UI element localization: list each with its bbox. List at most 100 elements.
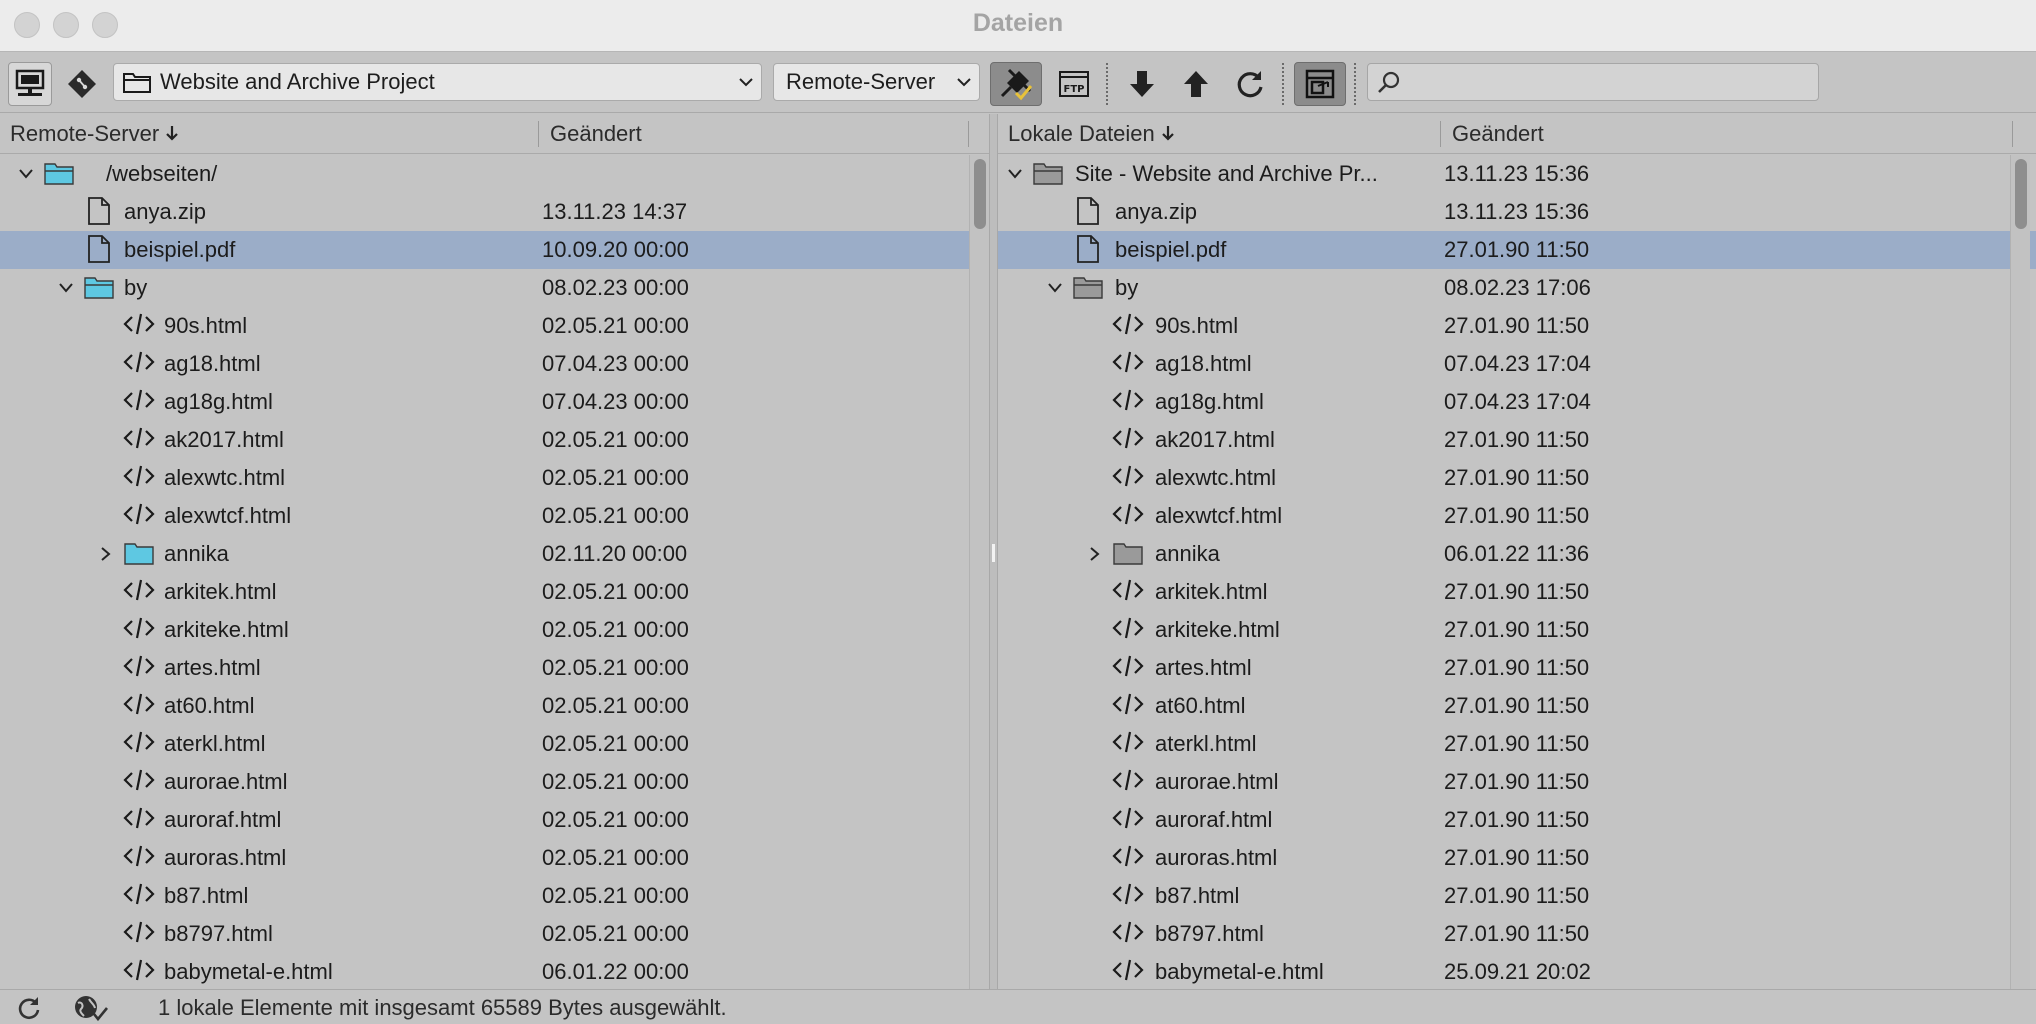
ftp-log-button[interactable]: FTP [1052,62,1096,106]
disclosure-expanded-icon[interactable] [58,279,74,297]
column-divider[interactable] [968,121,969,147]
file-row[interactable]: ag18g.html 07.04.23 17:04 [998,383,2036,421]
remote-modified-column-header[interactable]: Geändert [550,121,642,147]
file-row[interactable]: b87.html 27.01.90 11:50 [998,877,2036,915]
disclosure-expanded-icon[interactable] [18,165,34,183]
code-file-icon [122,347,156,379]
local-file-list: Site - Website and Archive Pr... 13.11.23… [998,155,2036,989]
folder-icon [1071,271,1105,303]
file-row[interactable]: aurorae.html 02.05.21 00:00 [0,763,989,801]
file-row[interactable]: ak2017.html 27.01.90 11:50 [998,421,2036,459]
file-row[interactable]: artes.html 02.05.21 00:00 [0,649,989,687]
file-row[interactable]: arkitek.html 27.01.90 11:50 [998,573,2036,611]
disclosure-expanded-icon[interactable] [1007,165,1023,183]
file-name: annika [1155,541,1220,566]
pane-splitter[interactable] [989,114,998,989]
modified-date: 27.01.90 11:50 [1444,617,1590,642]
file-row[interactable]: arkitek.html 02.05.21 00:00 [0,573,989,611]
remote-name-column-header[interactable]: Remote-Server [10,121,179,148]
file-row[interactable]: alexwtcf.html 02.05.21 00:00 [0,497,989,535]
file-row[interactable]: ag18.html 07.04.23 17:04 [998,345,2036,383]
file-row[interactable]: beispiel.pdf 10.09.20 00:00 [0,231,989,269]
folder-row[interactable]: by 08.02.23 00:00 [0,269,989,307]
refresh-status-button[interactable] [12,994,46,1022]
code-file-icon [1111,385,1145,417]
folder-row[interactable]: by 08.02.23 17:06 [998,269,2036,307]
folder-icon [82,271,116,303]
file-name: ak2017.html [1155,427,1275,452]
put-files-button[interactable] [1174,62,1218,106]
file-row[interactable]: aterkl.html 27.01.90 11:50 [998,725,2036,763]
remote-scrollbar-thumb[interactable] [974,159,986,229]
file-row[interactable]: ag18.html 07.04.23 00:00 [0,345,989,383]
refresh-button[interactable] [1228,62,1272,106]
file-row[interactable]: alexwtcf.html 27.01.90 11:50 [998,497,2036,535]
search-field[interactable] [1367,63,1819,101]
disclosure-expanded-icon[interactable] [1047,279,1063,297]
file-row[interactable]: 90s.html 02.05.21 00:00 [0,307,989,345]
file-row[interactable]: aurorae.html 27.01.90 11:50 [998,763,2036,801]
folder-icon [123,73,151,93]
status-text: 1 lokale Elemente mit insgesamt 65589 By… [158,995,727,1020]
folder-row[interactable]: annika 06.01.22 11:36 [998,535,2036,573]
view-select[interactable]: Remote-Server [773,63,980,101]
column-divider[interactable] [1440,121,1441,147]
local-scrollbar[interactable] [2010,155,2030,989]
file-row[interactable]: auroraf.html 27.01.90 11:50 [998,801,2036,839]
disclosure-collapsed-icon[interactable] [1087,545,1103,563]
file-row[interactable]: beispiel.pdf 27.01.90 11:50 [998,231,2036,269]
column-divider[interactable] [538,121,539,147]
file-row[interactable]: auroras.html 27.01.90 11:50 [998,839,2036,877]
modified-date: 02.05.21 00:00 [542,845,689,870]
file-name: anya.zip [1115,199,1197,224]
file-name: /webseiten/ [106,161,218,186]
modified-date: 27.01.90 11:50 [1444,237,1590,262]
site-check-button[interactable] [70,994,112,1022]
column-divider[interactable] [2012,121,2013,147]
folder-row[interactable]: Site - Website and Archive Pr... 13.11.23… [998,155,2036,193]
file-row[interactable]: b8797.html 02.05.21 00:00 [0,915,989,953]
search-input[interactable] [1410,68,1810,96]
file-row[interactable]: ag18g.html 07.04.23 00:00 [0,383,989,421]
git-button[interactable] [60,62,104,106]
site-select[interactable]: Website and Archive Project [113,63,762,101]
file-name: b8797.html [1155,921,1264,946]
folder-row[interactable]: annika 02.11.20 00:00 [0,535,989,573]
local-scrollbar-thumb[interactable] [2015,159,2027,229]
modified-date: 27.01.90 11:50 [1444,655,1590,680]
file-name: auroraf.html [1155,807,1273,832]
get-files-button[interactable] [1120,62,1164,106]
connect-button[interactable] [990,62,1042,106]
code-file-icon [1111,841,1145,873]
file-row[interactable]: arkiteke.html 02.05.21 00:00 [0,611,989,649]
file-row[interactable]: alexwtc.html 02.05.21 00:00 [0,459,989,497]
file-row[interactable]: auroras.html 02.05.21 00:00 [0,839,989,877]
file-row[interactable]: b8797.html 27.01.90 11:50 [998,915,2036,953]
document-icon [1071,195,1105,227]
file-row[interactable]: anya.zip 13.11.23 14:37 [0,193,989,231]
file-row[interactable]: babymetal-e.html 06.01.22 00:00 [0,953,989,989]
file-row[interactable]: 90s.html 27.01.90 11:50 [998,307,2036,345]
expand-view-button[interactable] [1294,62,1346,106]
local-modified-column-header[interactable]: Geändert [1452,121,1544,147]
file-row[interactable]: auroraf.html 02.05.21 00:00 [0,801,989,839]
file-row[interactable]: at60.html 27.01.90 11:50 [998,687,2036,725]
file-row[interactable]: ak2017.html 02.05.21 00:00 [0,421,989,459]
folder-row[interactable]: /webseiten/ [0,155,989,193]
file-name: beispiel.pdf [1115,237,1227,262]
file-row[interactable]: alexwtc.html 27.01.90 11:50 [998,459,2036,497]
file-row[interactable]: at60.html 02.05.21 00:00 [0,687,989,725]
disclosure-collapsed-icon[interactable] [98,545,114,563]
file-row[interactable]: artes.html 27.01.90 11:50 [998,649,2036,687]
file-row[interactable]: arkiteke.html 27.01.90 11:50 [998,611,2036,649]
local-name-column-header[interactable]: Lokale Dateien [1008,121,1175,148]
file-row[interactable]: b87.html 02.05.21 00:00 [0,877,989,915]
file-row[interactable]: aterkl.html 02.05.21 00:00 [0,725,989,763]
remote-scrollbar[interactable] [969,155,989,989]
toolbar-separator [1282,63,1284,105]
remote-file-list: /webseiten/anya.zip 13.11.23 14:37 beispie… [0,155,989,989]
site-setup-button[interactable] [8,62,52,106]
code-file-icon [122,613,156,645]
file-row[interactable]: babymetal-e.html 25.09.21 20:02 [998,953,2036,989]
file-row[interactable]: anya.zip 13.11.23 15:36 [998,193,2036,231]
